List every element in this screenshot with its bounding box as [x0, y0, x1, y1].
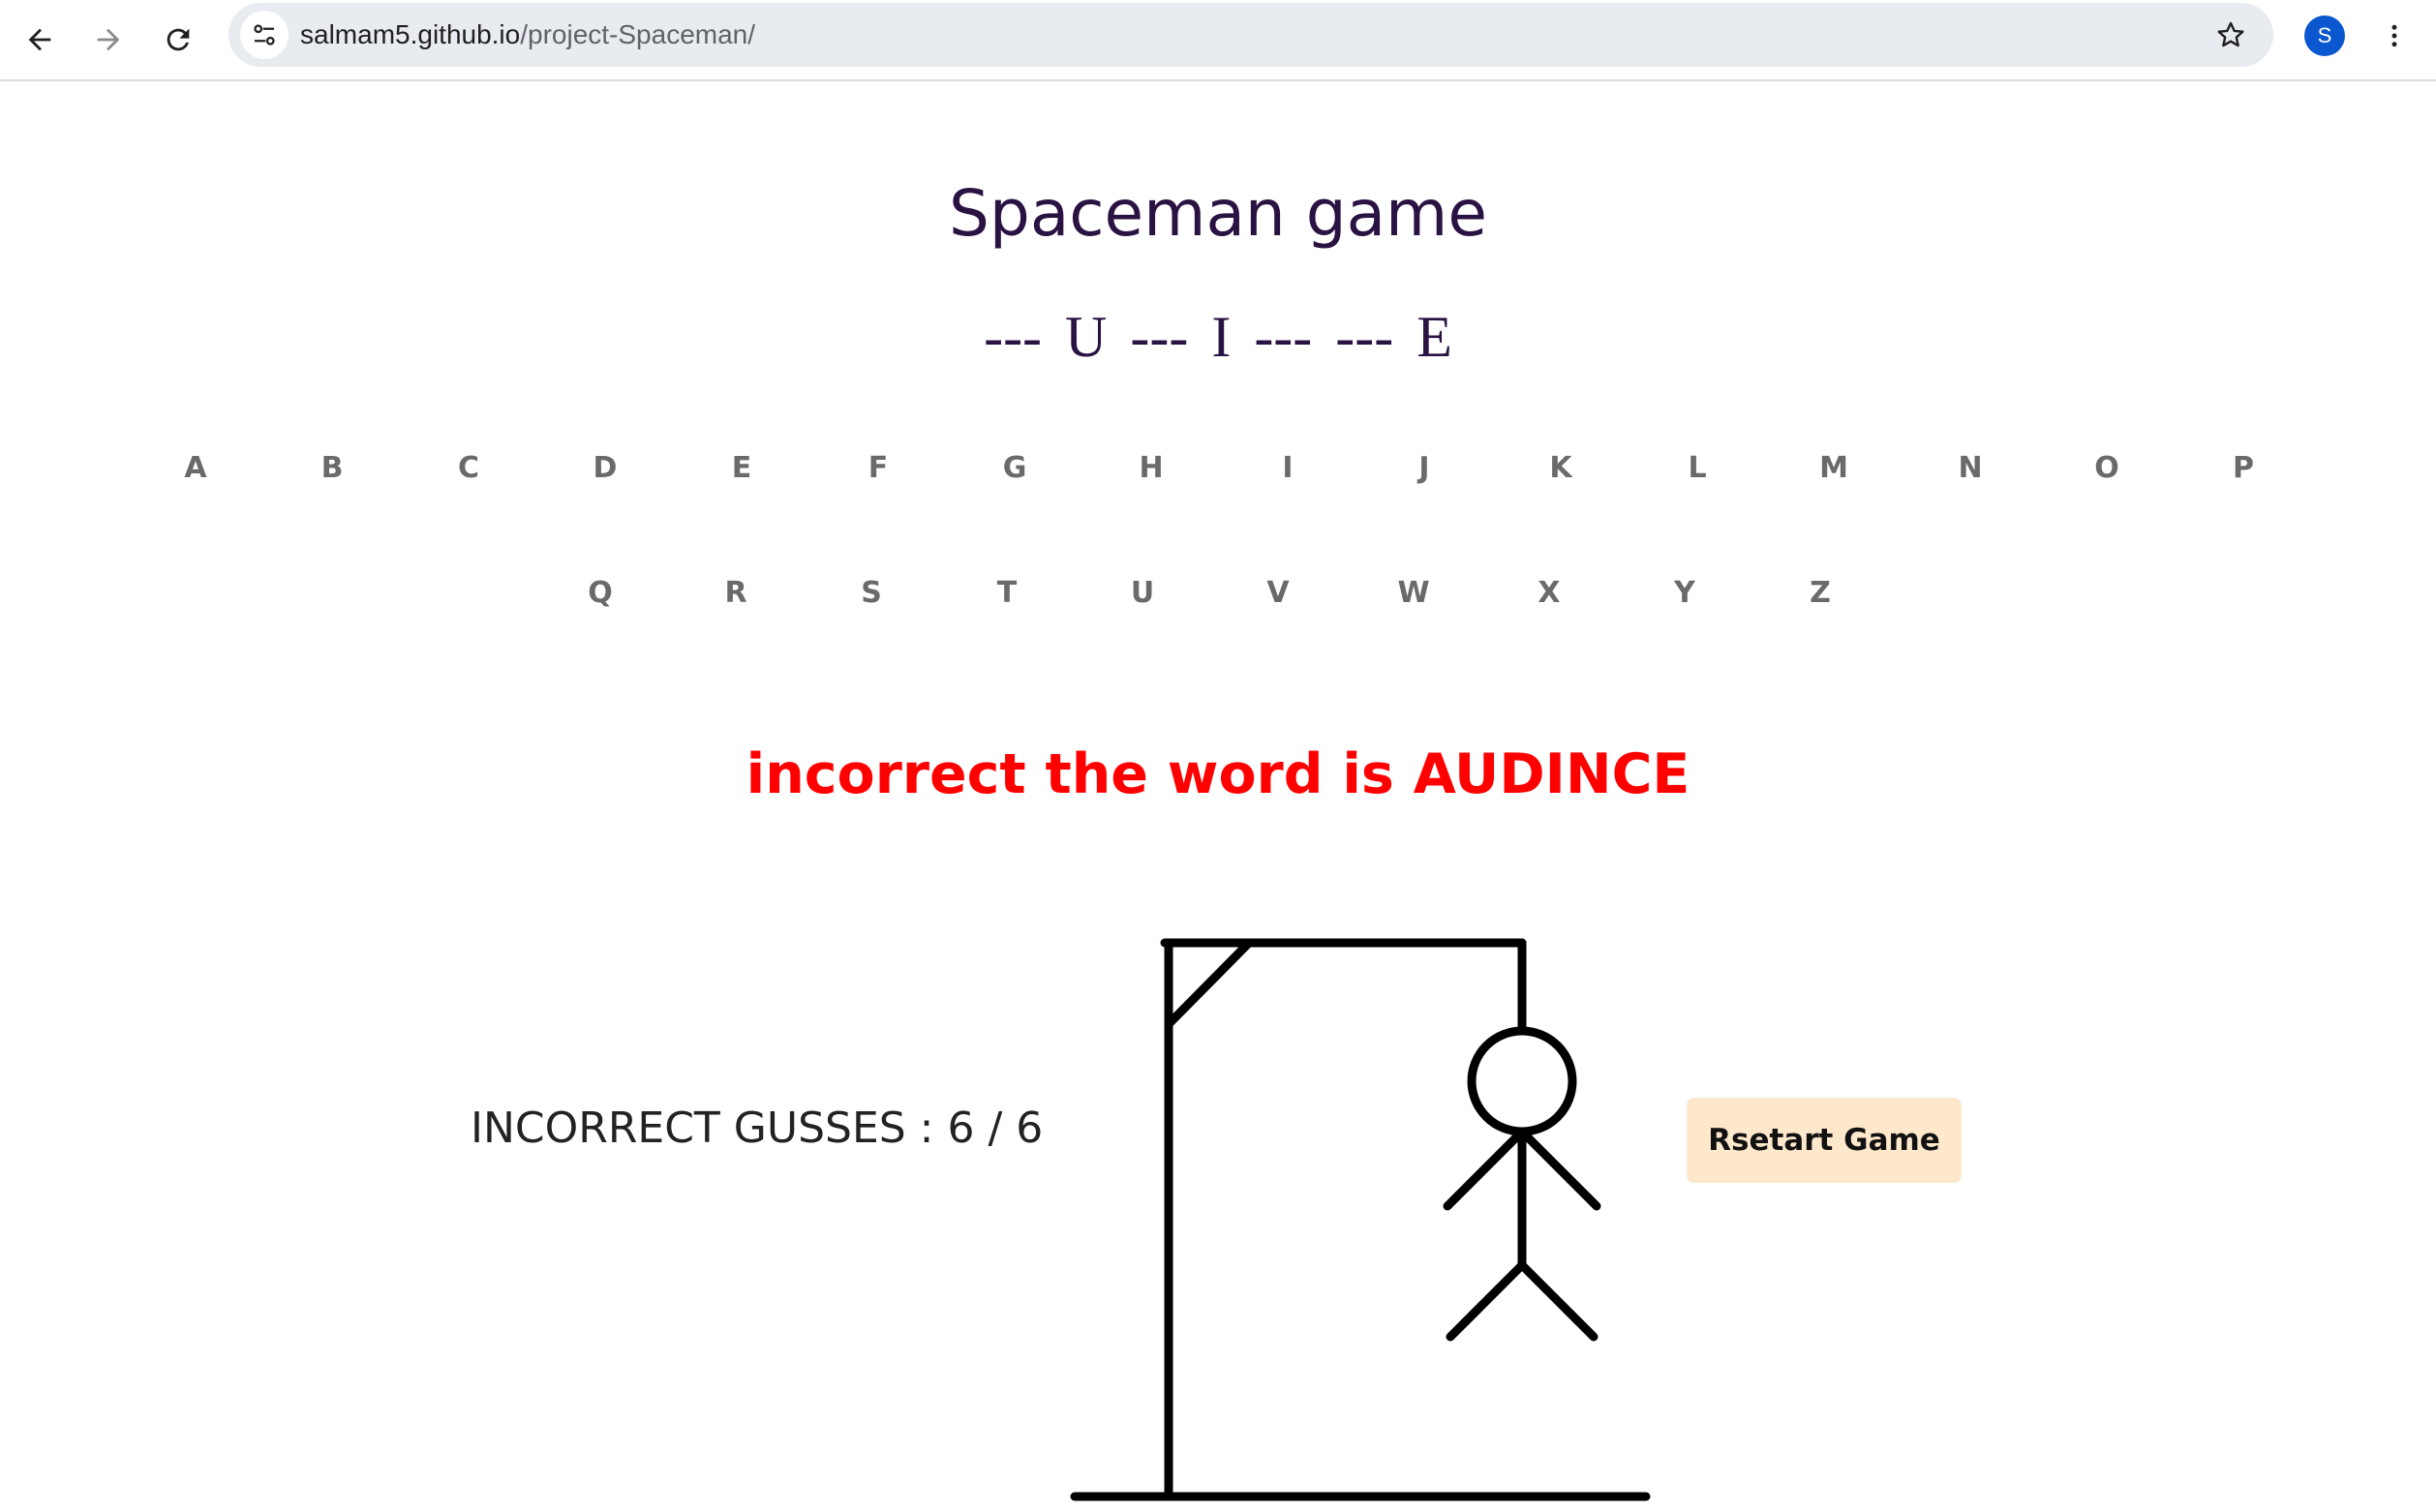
- letter-button-q[interactable]: Q: [562, 564, 639, 622]
- reload-icon: [167, 28, 190, 51]
- profile-avatar[interactable]: S: [2304, 15, 2345, 56]
- letter-button-d[interactable]: D: [566, 439, 644, 498]
- letter-button-n[interactable]: N: [1932, 439, 2009, 498]
- word-slot: ---: [1130, 305, 1189, 369]
- spaceman-left-arm: [1443, 1127, 1527, 1211]
- letter-button-a[interactable]: A: [157, 439, 234, 498]
- url-text[interactable]: salmam5.github.io/project-Spaceman/: [300, 3, 755, 67]
- site-info-button[interactable]: [240, 11, 289, 59]
- spaceman-head: [1467, 1026, 1577, 1136]
- letter-keyboard-row-1: ABCDEFGHIJK LMNOP: [0, 439, 2436, 498]
- letter-button-f[interactable]: F: [839, 439, 917, 498]
- incorrect-guesses-counter: INCORRECT GUSSES : 6 / 6: [471, 1104, 1044, 1153]
- spaceman-drawing: [1070, 938, 1651, 1501]
- reload-button[interactable]: [151, 13, 205, 67]
- word-slot: ---: [1335, 305, 1394, 369]
- browser-toolbar: salmam5.github.io/project-Spaceman/ S: [0, 0, 2436, 81]
- word-display: --- U --- I --- --- E: [0, 308, 2436, 366]
- spaceman-left-leg: [1446, 1260, 1527, 1342]
- letter-button-o[interactable]: O: [2068, 439, 2146, 498]
- forward-button[interactable]: [81, 13, 136, 67]
- bookmark-star-icon: [2217, 21, 2244, 47]
- page-title: Spaceman game: [949, 176, 1487, 251]
- spaceman-right-arm: [1517, 1127, 1601, 1211]
- result-message: incorrect the word is AUDINCE: [746, 742, 1690, 806]
- letter-button-j[interactable]: J: [1385, 439, 1463, 498]
- word-slot: E: [1416, 305, 1452, 369]
- letter-button-e[interactable]: E: [703, 439, 780, 498]
- url-path: /project-Spaceman/: [520, 19, 756, 49]
- letter-button-p[interactable]: P: [2205, 439, 2282, 498]
- word-slot: ---: [1254, 305, 1313, 369]
- letter-keyboard-row-2: QRSTUVWXYZ: [0, 564, 2436, 622]
- letter-button-z[interactable]: Z: [1781, 564, 1859, 622]
- word-slot: I: [1211, 305, 1232, 369]
- letter-button-y[interactable]: Y: [1646, 564, 1723, 622]
- kebab-menu-icon: [2391, 24, 2397, 47]
- spaceman-right-leg: [1517, 1260, 1599, 1342]
- letter-button-m[interactable]: M: [1795, 439, 1873, 498]
- browser-menu-button[interactable]: [2370, 12, 2419, 60]
- game-page: Spaceman game --- U --- I --- --- E ABCDEFGHIJ…: [0, 81, 2436, 1501]
- letter-button-c[interactable]: C: [430, 439, 507, 498]
- letter-button-i[interactable]: I: [1249, 439, 1326, 498]
- letter-button-g[interactable]: G: [976, 439, 1053, 498]
- letter-button-r[interactable]: R: [697, 564, 775, 622]
- letter-button-w[interactable]: W: [1375, 564, 1452, 622]
- letter-button-u[interactable]: U: [1104, 564, 1181, 622]
- restart-game-button[interactable]: Rsetart Game: [1687, 1098, 1962, 1183]
- back-arrow-icon: [28, 28, 51, 51]
- forward-arrow-icon: [97, 28, 120, 51]
- word-slot: ---: [984, 305, 1043, 369]
- word-slot: U: [1065, 305, 1108, 369]
- letter-button-k[interactable]: K: [1522, 439, 1599, 498]
- letter-button-b[interactable]: B: [293, 439, 371, 498]
- letter-button-t[interactable]: T: [968, 564, 1046, 622]
- gallows-brace: [1164, 938, 1254, 1029]
- back-button[interactable]: [13, 13, 67, 67]
- bookmark-button[interactable]: [2208, 12, 2254, 58]
- letter-button-l[interactable]: L: [1659, 439, 1736, 498]
- letter-button-v[interactable]: V: [1239, 564, 1317, 622]
- url-host: salmam5.github.io: [300, 19, 521, 49]
- letter-button-h[interactable]: H: [1112, 439, 1190, 498]
- letter-button-s[interactable]: S: [833, 564, 910, 622]
- site-settings-icon: [254, 24, 275, 45]
- address-bar[interactable]: salmam5.github.io/project-Spaceman/: [228, 3, 2273, 67]
- letter-button-x[interactable]: X: [1510, 564, 1588, 622]
